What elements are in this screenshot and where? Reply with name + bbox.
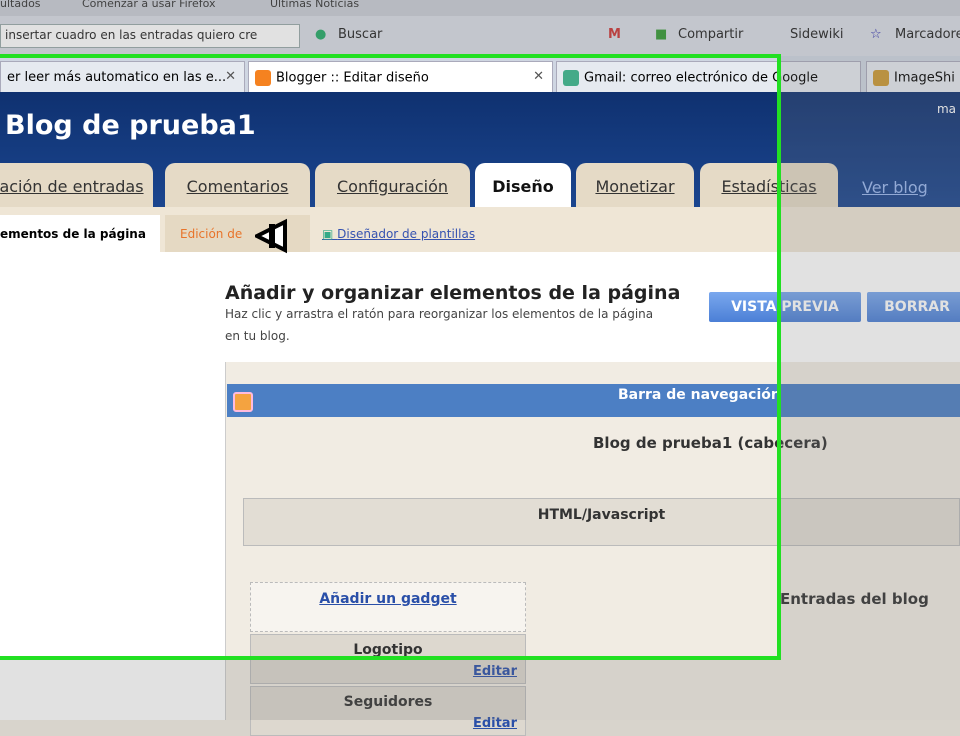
sidewiki-button[interactable]: Sidewiki xyxy=(790,27,844,42)
share-button[interactable]: Compartir xyxy=(678,27,743,42)
edit-link[interactable]: Editar xyxy=(473,664,517,679)
google-icon: ● xyxy=(315,27,327,42)
gmail-icon[interactable]: M xyxy=(608,27,621,42)
clear-button[interactable]: BORRAR xyxy=(867,292,960,322)
widget-name: Seguidores xyxy=(343,694,433,710)
edit-link[interactable]: Editar xyxy=(473,716,517,731)
blog-posts-widget[interactable]: Entradas del blog xyxy=(780,590,929,608)
toolbar-search-input[interactable]: insertar cuadro en las entradas quiero c… xyxy=(0,24,300,48)
share-icon: ■ xyxy=(655,27,668,42)
imageshack-icon xyxy=(873,70,889,86)
highlight-frame xyxy=(0,54,781,660)
bookmarks-button[interactable]: Marcadores xyxy=(895,27,960,42)
view-blog-link[interactable]: Ver blog xyxy=(862,178,928,197)
tab-label: ImageShi xyxy=(894,70,955,86)
user-name[interactable]: ma xyxy=(937,102,956,116)
bookmark[interactable]: Comenzar a usar Firefox xyxy=(82,0,216,10)
browser-tab[interactable]: ImageShi xyxy=(866,61,960,92)
bookmarks-bar: ultados Comenzar a usar Firefox Últimas … xyxy=(0,0,960,16)
bookmark[interactable]: Últimas Noticias xyxy=(270,0,359,10)
star-icon: ☆ xyxy=(870,27,882,42)
search-button[interactable]: Buscar xyxy=(338,27,382,42)
widget-followers[interactable]: Seguidores Editar xyxy=(250,686,526,736)
google-toolbar: insertar cuadro en las entradas quiero c… xyxy=(0,16,960,56)
bookmark[interactable]: ultados xyxy=(0,0,41,10)
